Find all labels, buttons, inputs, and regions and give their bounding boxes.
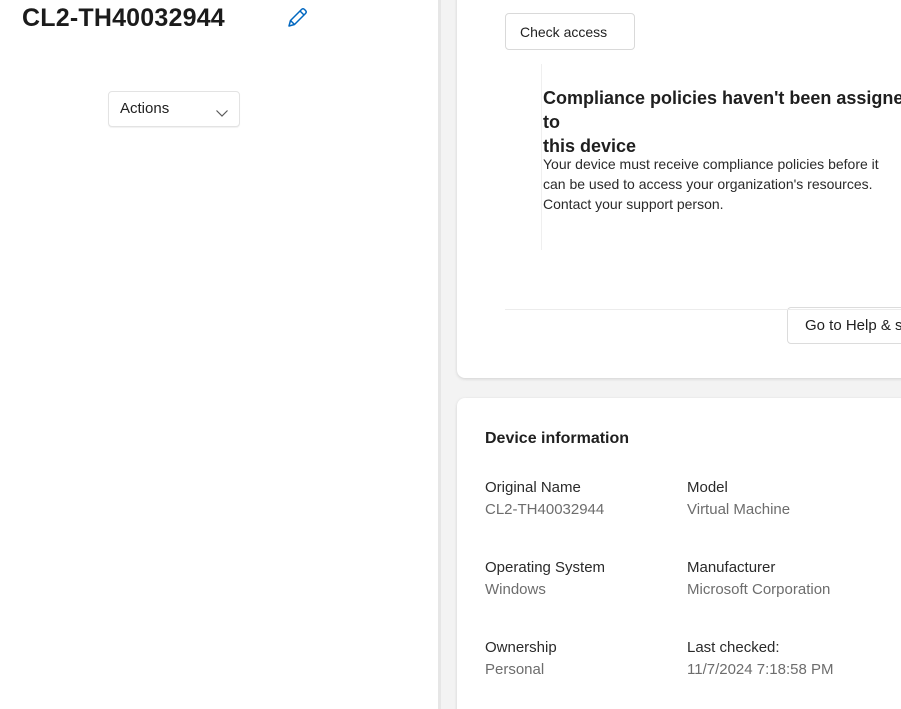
- help-support-button[interactable]: Go to Help & support: [787, 307, 901, 344]
- check-access-button[interactable]: Check access: [505, 13, 635, 50]
- model-label: Model: [687, 479, 728, 496]
- compliance-notice: Compliance policies haven't been assigne…: [541, 64, 901, 344]
- last-checked-label: Last checked:: [687, 639, 780, 656]
- notice-title-line1: Compliance policies haven't been assigne…: [543, 88, 901, 132]
- manufacturer-label: Manufacturer: [687, 559, 776, 576]
- operating-system-value: Windows: [485, 581, 546, 598]
- notice-title-line2: this device: [543, 136, 637, 156]
- last-checked-value: 11/7/2024 7:18:58 PM: [687, 661, 834, 678]
- device-info-header: Device information: [485, 430, 630, 447]
- actions-label: Actions: [120, 100, 170, 117]
- left-pane: CL2-TH40032944 Actions: [0, 0, 438, 709]
- notice-body-line3: Contact your support person.: [543, 196, 724, 212]
- original-name-value: CL2-TH40032944: [485, 501, 605, 518]
- compliance-card: Check access Compliance policies haven't…: [457, 0, 901, 378]
- operating-system-label: Operating System: [485, 559, 606, 576]
- original-name-label: Original Name: [485, 479, 581, 496]
- model-value: Virtual Machine: [687, 501, 791, 518]
- ownership-value: Personal: [485, 661, 545, 678]
- pencil-icon[interactable]: [284, 5, 310, 31]
- device-title: CL2-TH40032944: [22, 4, 225, 32]
- right-pane: Check access Compliance policies haven't…: [441, 0, 901, 709]
- notice-body-line2: can be used to access your organization'…: [543, 176, 873, 192]
- card-separator: [505, 309, 901, 310]
- notice-title: Compliance policies haven't been assigne…: [543, 86, 901, 158]
- ownership-label: Ownership: [485, 639, 557, 656]
- notice-body-line1: Your device must receive compliance poli…: [543, 156, 879, 172]
- actions-dropdown[interactable]: Actions: [108, 91, 240, 127]
- chevron-down-icon: [215, 105, 229, 117]
- notice-body: Your device must receive compliance poli…: [543, 154, 901, 214]
- device-info-card: Device information Original Name CL2-TH4…: [457, 398, 901, 709]
- manufacturer-value: Microsoft Corporation: [687, 581, 831, 598]
